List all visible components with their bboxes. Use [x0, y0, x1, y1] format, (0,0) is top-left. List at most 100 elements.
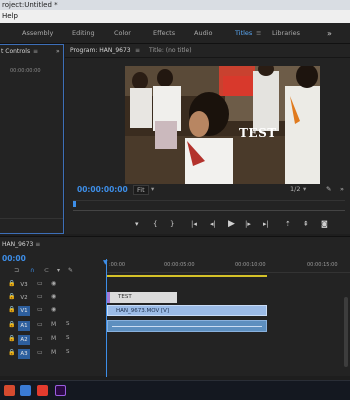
lock-icon[interactable]: 🔒: [8, 349, 15, 356]
fit-dropdown[interactable]: Fit: [133, 185, 149, 195]
lock-icon[interactable]: 🔒: [8, 293, 15, 300]
mark-in-icon[interactable]: {: [153, 217, 157, 231]
program-menu-icon[interactable]: ≡: [135, 47, 140, 54]
track-header-a3: 🔒 A3 ▭ M S: [0, 348, 106, 360]
video-clip[interactable]: HAN_9673.MOV [V]: [107, 305, 267, 316]
track-label-a1[interactable]: A1: [18, 321, 30, 331]
taskbar-app-icon[interactable]: [37, 385, 48, 396]
track-label-v3[interactable]: V3: [18, 280, 30, 290]
ruler-tick-15: 00:00:15:00: [307, 262, 338, 268]
workspace-tab-editing[interactable]: Editing: [72, 23, 95, 44]
go-to-out-icon[interactable]: ▸|: [263, 217, 269, 231]
sequence-name: HAN_9673: [2, 241, 34, 248]
solo-button[interactable]: S: [66, 349, 70, 355]
add-marker-timeline-icon[interactable]: ▾: [57, 267, 60, 274]
add-marker-icon[interactable]: ▾: [135, 217, 139, 231]
nest-toggle-icon[interactable]: ⊐: [14, 267, 19, 274]
workspace-bar: Assembly Editing Color Effects Audio Tit…: [0, 23, 350, 44]
step-back-icon[interactable]: ◂|: [210, 217, 216, 231]
linked-selection-icon[interactable]: ⊂: [44, 267, 49, 274]
settings-wrench-icon[interactable]: ✎: [326, 185, 331, 193]
sync-lock-icon[interactable]: ▭: [37, 293, 43, 300]
lock-icon[interactable]: 🔒: [8, 321, 15, 328]
eye-icon[interactable]: ◉: [51, 293, 56, 300]
track-label-v2[interactable]: V2: [18, 293, 30, 303]
workspace-tab-audio[interactable]: Audio: [194, 23, 212, 44]
ruler-tick-5: 00:00:05:00: [164, 262, 195, 268]
track-header-v3: 🔒 V3 ▭ ◉: [0, 279, 106, 291]
solo-button[interactable]: S: [66, 335, 70, 341]
mute-button[interactable]: M: [51, 335, 56, 342]
tab-program[interactable]: Program: HAN_9673: [70, 47, 131, 54]
video-frame-image: [125, 66, 320, 184]
lift-icon[interactable]: ⇡: [285, 217, 291, 231]
workspace-tab-assembly[interactable]: Assembly: [22, 23, 53, 44]
mark-out-icon[interactable]: }: [170, 217, 174, 231]
workspace-overflow-icon[interactable]: »: [327, 23, 332, 44]
title-overlay-text[interactable]: TEST: [239, 126, 277, 140]
program-expand-icon[interactable]: »: [340, 185, 344, 193]
playback-resolution-dropdown[interactable]: 1/2: [290, 185, 300, 193]
track-label-v1[interactable]: V1: [18, 306, 30, 316]
ruler-tick-10: 00:00:10:00: [235, 262, 266, 268]
track-header-v2: 🔒 V2 ▭ ◉: [0, 292, 106, 304]
workspace-tab-libraries[interactable]: Libraries: [272, 23, 300, 44]
program-zoom-bar[interactable]: [73, 210, 345, 211]
taskbar-app-icon[interactable]: [4, 385, 15, 396]
timeline-timecode[interactable]: 00:00: [2, 254, 26, 263]
fit-chevron-down-icon: ▾: [151, 185, 155, 193]
effect-controls-timecode: 00:00:00:00: [10, 68, 41, 74]
menu-help[interactable]: Help: [2, 12, 18, 20]
sync-lock-icon[interactable]: ▭: [37, 335, 43, 342]
mute-button[interactable]: M: [51, 321, 56, 328]
premiere-window: roject:Untitled * Help Assembly Editing …: [0, 0, 350, 400]
extract-icon[interactable]: ⇞: [303, 217, 309, 231]
program-playhead[interactable]: [73, 201, 76, 207]
playhead-handle-icon[interactable]: ▼: [103, 259, 108, 266]
timeline-panel: HAN_9673 ≡ 00:00 ⊐ ∩ ⊂ ▾ ✎ :00:00 00:00:…: [0, 236, 350, 377]
snap-icon[interactable]: ∩: [30, 267, 34, 274]
mute-button[interactable]: M: [51, 349, 56, 356]
lock-icon[interactable]: 🔒: [8, 335, 15, 342]
eye-icon[interactable]: ◉: [51, 306, 56, 313]
panel-menu-icon[interactable]: ≡: [33, 48, 38, 55]
eye-icon[interactable]: ◉: [51, 280, 56, 287]
graphics-clip[interactable]: TEST: [107, 292, 177, 303]
workspace-menu-icon[interactable]: ≡: [256, 23, 261, 44]
lock-icon[interactable]: 🔒: [8, 306, 15, 313]
video-preview[interactable]: TEST: [125, 66, 320, 184]
sync-lock-icon[interactable]: ▭: [37, 349, 43, 356]
panel-expand-icon[interactable]: »: [56, 48, 60, 55]
sequence-tab[interactable]: HAN_9673 ≡: [2, 241, 40, 248]
sync-lock-icon[interactable]: ▭: [37, 306, 43, 313]
tab-title[interactable]: Title: (no title): [149, 47, 192, 54]
lock-icon[interactable]: 🔒: [8, 280, 15, 287]
effect-controls-title[interactable]: t Controls: [1, 48, 30, 55]
workspace-tab-titles[interactable]: Titles: [235, 23, 252, 44]
timeline-settings-icon[interactable]: ✎: [68, 267, 73, 274]
track-label-a2[interactable]: A2: [18, 335, 30, 345]
track-label-a3[interactable]: A3: [18, 349, 30, 359]
sync-lock-icon[interactable]: ▭: [37, 321, 43, 328]
program-time-ruler[interactable]: [73, 200, 345, 208]
export-frame-icon[interactable]: ◙: [321, 217, 328, 231]
program-monitor-tabs: Program: HAN_9673 ≡ Title: (no title): [65, 44, 350, 58]
workspace-tab-color[interactable]: Color: [114, 23, 131, 44]
work-area-bar[interactable]: [107, 275, 267, 277]
track-header-a1: 🔒 A1 ▭ M S: [0, 320, 106, 332]
taskbar-app-icon[interactable]: [20, 385, 31, 396]
play-icon[interactable]: ▶: [228, 217, 235, 231]
step-forward-icon[interactable]: |▸: [245, 217, 251, 231]
audio-clip-a1[interactable]: [107, 320, 267, 332]
timeline-ruler[interactable]: :00:00 00:00:05:00 00:00:10:00 00:00:15:…: [107, 259, 350, 273]
premiere-taskbar-icon[interactable]: [55, 385, 66, 396]
window-title: roject:Untitled *: [0, 0, 350, 10]
program-timecode[interactable]: 00:00:00:00: [77, 185, 128, 194]
track-header-v1: 🔒 V1 ▭ ◉: [0, 305, 106, 317]
timeline-scrollbar[interactable]: [344, 297, 348, 367]
sync-lock-icon[interactable]: ▭: [37, 280, 43, 287]
go-to-in-icon[interactable]: |◂: [191, 217, 197, 231]
timeline-playhead[interactable]: [106, 259, 107, 377]
solo-button[interactable]: S: [66, 321, 70, 327]
workspace-tab-effects[interactable]: Effects: [153, 23, 175, 44]
